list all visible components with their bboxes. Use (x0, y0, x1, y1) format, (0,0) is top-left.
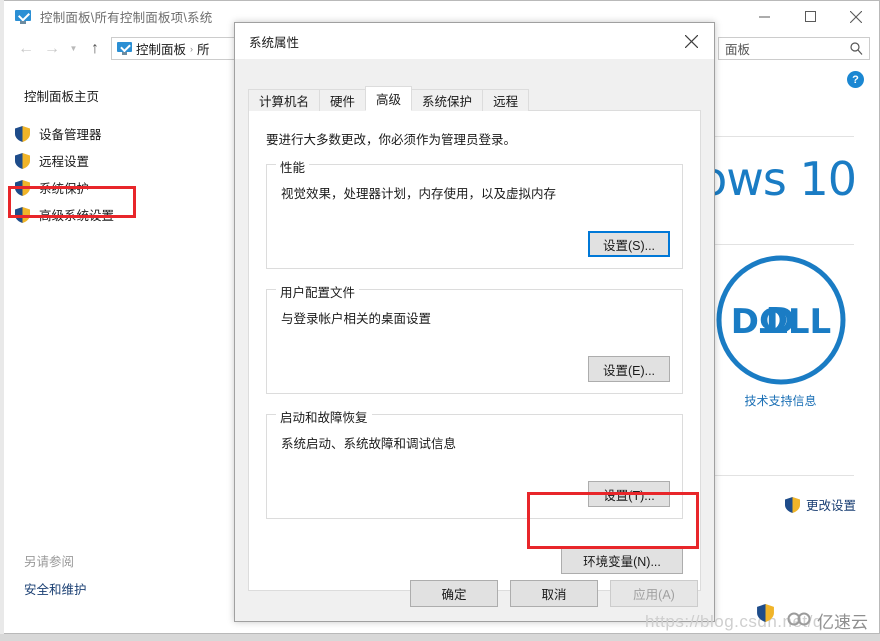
apply-button: 应用(A) (610, 580, 698, 607)
sidebar-home-link[interactable]: 控制面板主页 (24, 86, 227, 105)
see-also-section: 另请参阅 安全和维护 (2, 551, 227, 598)
sidebar-item-label: 远程设置 (39, 155, 90, 169)
support-info-link[interactable]: 技术支持信息 (703, 392, 858, 409)
forward-arrow-icon[interactable]: → (39, 36, 65, 62)
group-user-profiles: 用户配置文件 与登录帐户相关的桌面设置 设置(E)... (266, 282, 683, 394)
breadcrumb-item-1[interactable]: 所 (197, 39, 210, 58)
cloud-icon (787, 610, 813, 631)
search-input[interactable]: 面板 (718, 37, 870, 60)
sidebar: 控制面板主页 设备管理器 远程设置 系统保护 高级系统设置 另请参阅 安全和维护 (2, 65, 227, 632)
back-arrow-icon[interactable]: ← (13, 36, 39, 62)
group-description: 视觉效果，处理器计划，内存使用，以及虚拟内存 (281, 187, 557, 201)
environment-variables-wrap: 环境变量(N)... (561, 547, 683, 574)
close-icon (685, 34, 698, 48)
change-settings-row[interactable]: 更改设置 (784, 495, 856, 514)
dell-logo: D D DΩLL (711, 250, 851, 390)
ok-button[interactable]: 确定 (410, 580, 498, 607)
window-title: 控制面板\所有控制面板项\系统 (40, 11, 213, 25)
chevron-down-icon[interactable]: ▼ (65, 36, 82, 62)
sidebar-item-device-manager[interactable]: 设备管理器 (2, 120, 227, 147)
dialog-tabstrip: 计算机名 硬件 高级 系统保护 远程 (248, 86, 530, 111)
dialog-title: 系统属性 (249, 35, 300, 50)
breadcrumb-separator: › (190, 43, 194, 54)
tab-remote[interactable]: 远程 (482, 89, 530, 111)
admin-note: 要进行大多数更改，你必须作为管理员登录。 (266, 133, 517, 147)
user-profiles-settings-button[interactable]: 设置(E)... (588, 356, 670, 382)
dialog-close-button[interactable] (669, 23, 714, 59)
group-label: 用户配置文件 (276, 282, 360, 301)
yisuyun-label: 亿速云 (817, 613, 868, 632)
sidebar-item-remote-settings[interactable]: 远程设置 (2, 147, 227, 174)
group-description: 系统启动、系统故障和调试信息 (281, 437, 457, 451)
search-icon[interactable] (850, 42, 863, 58)
help-icon[interactable]: ? (847, 71, 864, 88)
environment-variables-button[interactable]: 环境变量(N)... (561, 547, 683, 574)
maximize-button[interactable] (787, 1, 833, 32)
screen-root: 控制面板\所有控制面板项\系统 ← → ▼ ↑ 控制面板 › 所 面板 控制面板… (0, 0, 880, 641)
up-arrow-icon[interactable]: ↑ (82, 36, 108, 62)
change-settings-label: 更改设置 (805, 499, 856, 513)
minimize-icon (758, 16, 770, 18)
cancel-button[interactable]: 取消 (510, 580, 598, 607)
shield-icon (15, 125, 30, 142)
shield-icon (784, 496, 800, 513)
oem-support-block: D D DΩLL 技术支持信息 (703, 250, 858, 409)
group-label: 性能 (276, 157, 310, 176)
shield-icon (15, 152, 30, 169)
window-left-edge (0, 0, 4, 634)
dialog-footer: 确定 取消 应用(A) (410, 580, 698, 607)
tab-advanced[interactable]: 高级 (365, 86, 413, 111)
performance-settings-button[interactable]: 设置(S)... (588, 231, 670, 257)
yisuyun-watermark: 亿速云 (787, 608, 868, 633)
dialog-titlebar: 系统属性 (235, 23, 714, 59)
highlight-box-environment-variables (527, 492, 699, 549)
search-value: 面板 (725, 43, 751, 57)
monitor-icon (15, 9, 31, 24)
close-button[interactable] (833, 1, 879, 32)
highlight-box-advanced-system-settings (8, 186, 136, 218)
desktop-strip (0, 634, 880, 641)
shield-icon (757, 604, 774, 622)
group-label: 启动和故障恢复 (276, 407, 372, 426)
group-description: 与登录帐户相关的桌面设置 (281, 312, 432, 326)
window-controls (741, 1, 879, 32)
tab-computer-name[interactable]: 计算机名 (248, 89, 321, 111)
sidebar-item-label: 设备管理器 (39, 128, 102, 142)
see-also-link-security-maintenance[interactable]: 安全和维护 (24, 579, 227, 598)
group-performance: 性能 视觉效果，处理器计划，内存使用，以及虚拟内存 设置(S)... (266, 157, 683, 269)
close-icon (850, 10, 862, 23)
tab-system-protection[interactable]: 系统保护 (411, 89, 484, 111)
see-also-title: 另请参阅 (24, 555, 75, 569)
breadcrumb-item-0[interactable]: 控制面板 (136, 39, 186, 58)
maximize-icon (804, 11, 816, 22)
minimize-button[interactable] (741, 1, 787, 32)
breadcrumb-monitor-icon (117, 42, 132, 55)
tab-hardware[interactable]: 硬件 (319, 89, 367, 111)
